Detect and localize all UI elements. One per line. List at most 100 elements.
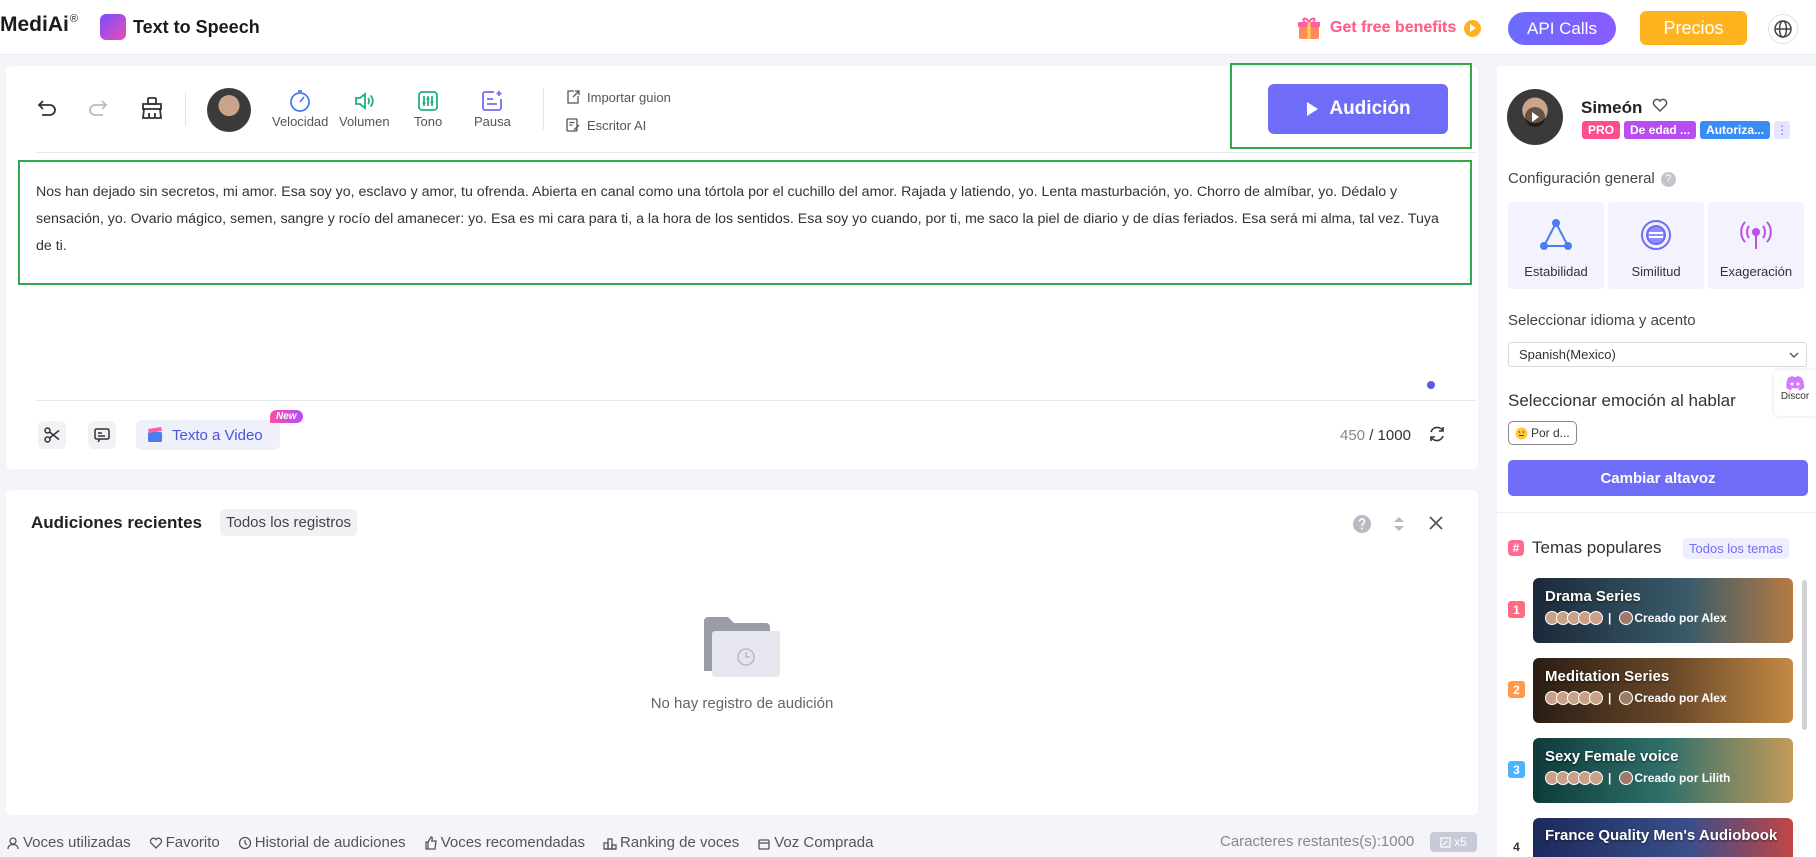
emocion-label: Seleccionar emoción al hablar xyxy=(1508,391,1736,410)
footer-ranking[interactable]: Ranking de voces xyxy=(603,834,739,851)
writer-icon xyxy=(565,117,581,133)
api-calls-button[interactable]: API Calls xyxy=(1508,12,1616,45)
config-label: Configuración general? xyxy=(1508,170,1676,187)
importar-guion-link[interactable]: Importar guion xyxy=(565,89,671,105)
stability-icon xyxy=(1539,218,1573,252)
authorized-badge: Autoriza... xyxy=(1700,121,1771,139)
toolbar-divider xyxy=(543,88,544,130)
voice-faces xyxy=(1545,611,1603,625)
undo-icon[interactable] xyxy=(35,96,59,120)
text-to-speech-icon xyxy=(100,14,126,40)
thumbs-up-icon xyxy=(424,835,438,850)
subtitle-icon[interactable] xyxy=(88,421,116,449)
globe-icon[interactable] xyxy=(1768,14,1798,44)
footer-historial[interactable]: Historial de audiciones xyxy=(238,834,406,851)
emocion-select[interactable]: Por d... xyxy=(1508,421,1577,445)
voice-faces xyxy=(1545,691,1603,705)
multiplier-badge[interactable]: x5 xyxy=(1430,832,1477,852)
video-clapper-icon xyxy=(146,426,164,444)
empty-state-message: No hay registro de audición xyxy=(650,695,834,712)
top-bar: MediAi® Text to Speech Get free benefits… xyxy=(0,0,1816,55)
rank-badge: 1 xyxy=(1508,601,1525,618)
free-benefits-link[interactable]: Get free benefits xyxy=(1296,12,1482,44)
import-icon xyxy=(565,89,581,105)
speaker-badges: PRO De edad ... Autoriza... ⋮ xyxy=(1582,121,1791,139)
footer-favorito[interactable]: Favorito xyxy=(149,834,220,851)
scissors-icon[interactable] xyxy=(38,421,66,449)
voice-faces xyxy=(1545,771,1603,785)
audicion-label: Audición xyxy=(1329,98,1411,119)
tono-label: Tono xyxy=(414,114,443,129)
play-icon[interactable] xyxy=(1525,107,1545,127)
config-cards: Estabilidad Similitud Exageración xyxy=(1508,202,1804,289)
tono-tool[interactable]: Tono xyxy=(414,88,442,129)
pausa-label: Pausa xyxy=(474,114,511,129)
help-icon[interactable] xyxy=(1352,514,1372,534)
broadcast-icon xyxy=(1739,218,1773,252)
topic-card[interactable]: Meditation Series | Creado por Alex xyxy=(1533,658,1793,723)
age-badge: De edad ... xyxy=(1624,121,1697,139)
scrollbar[interactable] xyxy=(1802,580,1807,730)
recent-auditions-title: Audiciones recientes xyxy=(31,513,203,532)
topic-card[interactable]: Drama Series | Creado por Alex xyxy=(1533,578,1793,643)
footer-voz-comprada[interactable]: Voz Comprada xyxy=(757,834,873,851)
voice-avatar[interactable] xyxy=(207,88,251,132)
smiley-icon xyxy=(1515,427,1528,440)
todos-los-temas-link[interactable]: Todos los temas xyxy=(1683,538,1789,559)
velocidad-label: Velocidad xyxy=(272,114,329,129)
precios-button[interactable]: Precios xyxy=(1640,11,1747,45)
clear-brush-icon[interactable] xyxy=(139,95,165,121)
bag-icon xyxy=(757,836,771,850)
discord-icon xyxy=(1785,375,1805,391)
discord-button[interactable]: Discor xyxy=(1774,370,1816,416)
redo-icon[interactable] xyxy=(86,96,110,120)
audicion-button[interactable]: Audición xyxy=(1268,84,1448,134)
more-icon[interactable]: ⋮ xyxy=(1774,121,1791,139)
script-text-area[interactable]: Nos han dejado sin secretos, mi amor. Es… xyxy=(18,160,1472,285)
temas-populares-title: # Temas populares xyxy=(1508,538,1661,558)
brand-logo[interactable]: MediAi® xyxy=(0,13,78,37)
estabilidad-card[interactable]: Estabilidad xyxy=(1508,202,1604,289)
footer-voces-utilizadas[interactable]: Voces utilizadas xyxy=(6,834,131,851)
footer-recomendadas[interactable]: Voces recomendadas xyxy=(424,834,585,851)
escritor-ai-link[interactable]: Escritor AI xyxy=(565,117,646,133)
topic-card[interactable]: Sexy Female voice | Creado por Lilith xyxy=(1533,738,1793,803)
rank-badge: 4 xyxy=(1513,839,1520,854)
scroll-indicator xyxy=(1427,381,1435,389)
equalizer-icon xyxy=(416,88,440,114)
texto-video-label: Texto a Video xyxy=(172,426,263,444)
velocidad-tool[interactable]: Velocidad xyxy=(272,88,328,129)
volumen-tool[interactable]: Volumen xyxy=(339,88,390,129)
speaker-avatar[interactable] xyxy=(1507,89,1563,145)
speaker-name: Simeón xyxy=(1581,98,1643,117)
importar-label: Importar guion xyxy=(587,89,671,105)
empty-folder-icon xyxy=(700,613,784,681)
sort-icon[interactable] xyxy=(1392,514,1406,534)
similitud-card[interactable]: Similitud xyxy=(1608,202,1704,289)
play-icon xyxy=(1464,19,1482,37)
heart-icon xyxy=(149,836,163,850)
play-icon xyxy=(1305,101,1319,117)
all-records-tab[interactable]: Todos los registros xyxy=(220,509,358,536)
volumen-label: Volumen xyxy=(339,114,390,129)
refresh-icon[interactable] xyxy=(1428,425,1446,443)
cambiar-altavoz-button[interactable]: Cambiar altavoz xyxy=(1508,460,1808,496)
help-icon[interactable]: ? xyxy=(1660,171,1676,187)
idioma-select[interactable]: Spanish(Mexico) xyxy=(1508,342,1807,367)
heart-icon[interactable] xyxy=(1651,96,1669,114)
product-name[interactable]: Text to Speech xyxy=(133,17,260,38)
character-counter: 450 / 1000 xyxy=(1340,427,1411,444)
pause-insert-icon xyxy=(480,88,504,114)
clock-icon xyxy=(238,836,252,850)
texto-a-video-button[interactable]: Texto a Video xyxy=(136,420,280,450)
voice-icon xyxy=(6,836,20,850)
exageracion-card[interactable]: Exageración xyxy=(1708,202,1804,289)
speaker-icon xyxy=(352,88,376,114)
hashtag-icon: # xyxy=(1508,540,1524,556)
pro-badge: PRO xyxy=(1582,121,1621,139)
benefits-label: Get free benefits xyxy=(1330,19,1457,36)
chevron-down-icon xyxy=(1788,349,1800,361)
close-icon[interactable] xyxy=(1427,514,1445,532)
topic-card[interactable]: France Quality Men's Audiobook xyxy=(1533,818,1793,857)
pausa-tool[interactable]: Pausa xyxy=(474,88,511,129)
